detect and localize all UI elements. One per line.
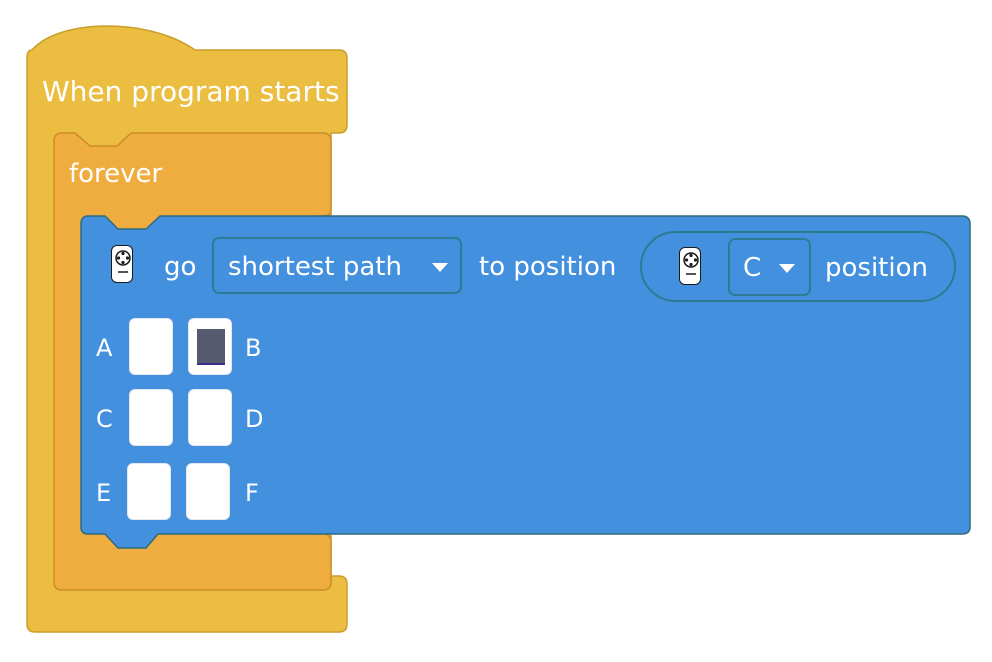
grid-cell-d[interactable] bbox=[188, 389, 232, 446]
forever-block-label: forever bbox=[69, 159, 163, 189]
go-label: go bbox=[164, 252, 197, 282]
grid-label-f: F bbox=[245, 479, 259, 507]
chevron-down-icon bbox=[779, 264, 795, 273]
grid-label-e: E bbox=[96, 479, 112, 507]
position-value: C bbox=[743, 253, 762, 283]
remote-controller-icon bbox=[111, 245, 133, 283]
grid-label-d: D bbox=[245, 405, 264, 433]
chevron-down-icon bbox=[432, 263, 448, 272]
grid-cell-e[interactable] bbox=[127, 463, 171, 520]
hat-block-label: When program starts bbox=[42, 75, 340, 108]
position-label: position bbox=[825, 253, 928, 283]
path-mode-dropdown[interactable]: shortest path bbox=[212, 237, 462, 294]
grid-cell-c[interactable] bbox=[129, 389, 173, 446]
position-dropdown[interactable]: C bbox=[728, 238, 811, 296]
grid-cell-b[interactable] bbox=[188, 318, 232, 375]
remote-controller-icon bbox=[679, 247, 701, 285]
grid-label-c: C bbox=[96, 405, 113, 433]
path-mode-value: shortest path bbox=[228, 252, 402, 282]
grid-cell-f[interactable] bbox=[186, 463, 230, 520]
grid-label-a: A bbox=[96, 334, 113, 362]
grid-label-b: B bbox=[245, 334, 262, 362]
block-canvas: When program starts forever go shortest … bbox=[0, 0, 992, 662]
selected-marker bbox=[197, 329, 225, 365]
position-reporter-block[interactable]: C position bbox=[640, 231, 956, 302]
to-position-label: to position bbox=[479, 252, 617, 282]
grid-cell-a[interactable] bbox=[129, 318, 173, 375]
